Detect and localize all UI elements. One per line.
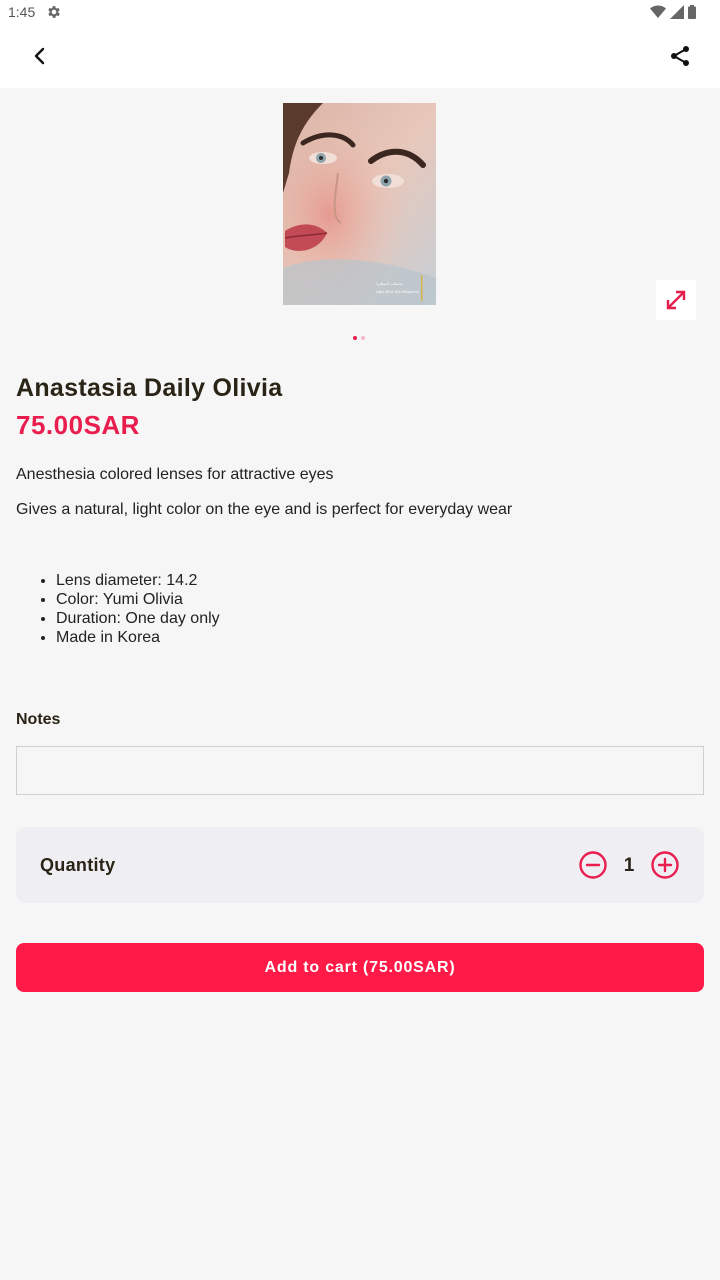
expand-icon <box>666 290 686 310</box>
quantity-label: Quantity <box>40 855 116 875</box>
photo-caption: Light Blue Eye Magazine <box>376 290 419 294</box>
share-icon <box>671 46 689 66</box>
product-price: 75.00SAR <box>16 410 140 440</box>
status-bar: 1:45 <box>0 0 720 24</box>
product-photo: عدسات أنستازيا Light Blue Eye Magazine <box>283 103 436 305</box>
battery-icon <box>688 5 696 19</box>
settings-gear-icon <box>48 6 60 18</box>
expand-image-button[interactable] <box>656 280 696 320</box>
chevron-left-icon <box>34 47 45 65</box>
feature-item: Made in Korea <box>56 628 220 647</box>
add-to-cart-button[interactable]: Add to cart (75.00SAR) <box>16 943 704 992</box>
notes-label: Notes <box>16 711 61 728</box>
minus-circle-icon[interactable] <box>578 850 608 880</box>
feature-item: Color: Yumi Olivia <box>56 590 220 609</box>
app-bar <box>0 24 720 88</box>
notes-input[interactable] <box>16 746 704 795</box>
quantity-value: 1 <box>623 855 635 876</box>
feature-list: Lens diameter: 14.2 Color: Yumi Olivia D… <box>56 571 220 647</box>
quantity-card: Quantity 1 <box>16 827 704 903</box>
product-title: Anastasia Daily Olivia <box>16 374 283 402</box>
feature-item: Lens diameter: 14.2 <box>56 571 220 590</box>
share-button[interactable] <box>660 36 700 76</box>
product-description-detail: Gives a natural, light color on the eye … <box>16 501 513 518</box>
status-time: 1:45 <box>8 4 36 20</box>
plus-circle-icon[interactable] <box>650 850 680 880</box>
pager-dot-active[interactable] <box>353 336 357 340</box>
feature-item: Duration: One day only <box>56 609 220 628</box>
back-button[interactable] <box>20 36 60 76</box>
product-description: Anesthesia colored lenses for attractive… <box>16 466 334 483</box>
photo-caption-arabic: عدسات أنستازيا <box>376 281 403 286</box>
image-pager-dots <box>353 336 365 340</box>
signal-icon <box>670 5 684 19</box>
status-icons <box>650 5 696 19</box>
product-image[interactable]: عدسات أنستازيا Light Blue Eye Magazine <box>283 103 436 305</box>
pager-dot[interactable] <box>361 336 365 340</box>
wifi-icon <box>650 5 666 18</box>
